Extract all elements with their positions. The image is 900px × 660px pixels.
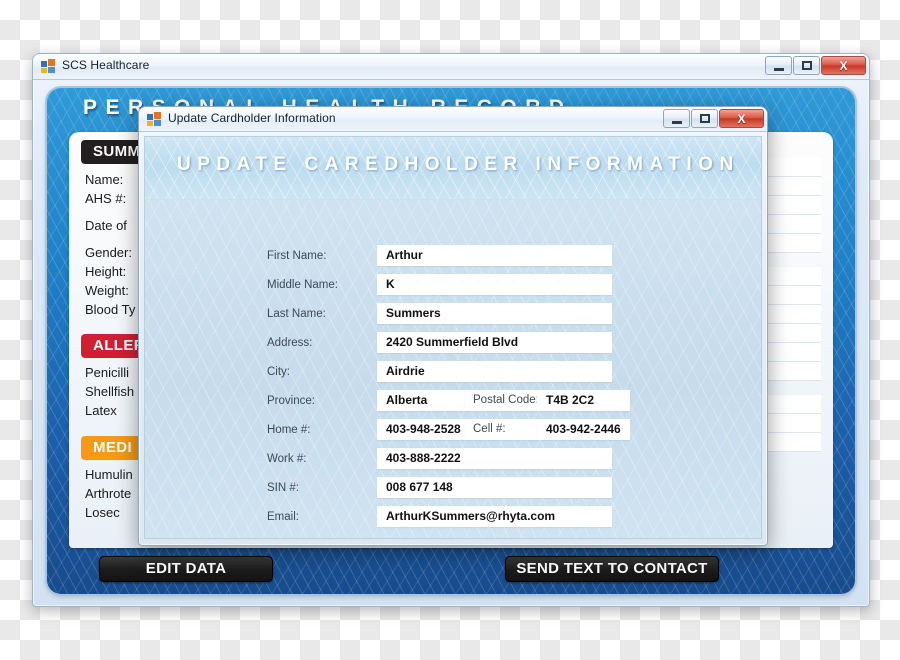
- middle-name-label: Middle Name:: [267, 278, 338, 291]
- email-label: Email:: [267, 510, 299, 523]
- dialog-minimize-button[interactable]: [663, 109, 690, 128]
- cell-phone-input[interactable]: 403-942-2446: [537, 419, 630, 440]
- middle-name-input[interactable]: K: [377, 274, 612, 295]
- send-text-to-contact-button[interactable]: SEND TEXT TO CONTACT: [505, 556, 719, 582]
- dialog-banner-title: UPDATE CAREDHOLDER INFORMATION: [177, 154, 740, 175]
- address-row: Address: 2420 Summerfield Blvd: [267, 332, 612, 353]
- email-input[interactable]: ArthurKSummers@rhyta.com: [377, 506, 612, 527]
- work-phone-row: Work #: 403-888-2222: [267, 448, 612, 469]
- home-phone-input[interactable]: 403-948-2528: [377, 419, 465, 440]
- province-label: Province:: [267, 394, 315, 407]
- edit-data-button[interactable]: EDIT DATA: [99, 556, 273, 582]
- last-name-input[interactable]: Summers: [377, 303, 612, 324]
- first-name-label: First Name:: [267, 249, 327, 262]
- city-row: City: Airdrie: [267, 361, 612, 382]
- work-phone-label: Work #:: [267, 452, 307, 465]
- first-name-row: First Name: Arthur: [267, 245, 612, 266]
- close-icon: X: [839, 59, 848, 73]
- address-input[interactable]: 2420 Summerfield Blvd: [377, 332, 612, 353]
- close-button[interactable]: X: [821, 56, 866, 75]
- cell-phone-label: Cell #:: [465, 419, 537, 440]
- last-name-row: Last Name: Summers: [267, 303, 612, 324]
- city-input[interactable]: Airdrie: [377, 361, 612, 382]
- last-name-label: Last Name:: [267, 307, 326, 320]
- cardholder-form: First Name: Arthur Middle Name: K Last N…: [145, 200, 761, 538]
- dialog-maximize-button[interactable]: [691, 109, 718, 128]
- work-phone-input[interactable]: 403-888-2222: [377, 448, 612, 469]
- first-name-input[interactable]: Arthur: [377, 245, 612, 266]
- postal-code-input[interactable]: T4B 2C2: [537, 390, 630, 411]
- app-icon: [41, 59, 56, 73]
- dialog-title: Update Cardholder Information: [168, 111, 336, 125]
- email-row: Email: ArthurKSummers@rhyta.com: [267, 506, 612, 527]
- middle-name-row: Middle Name: K: [267, 274, 612, 295]
- maximize-button[interactable]: [793, 56, 820, 75]
- dialog-body: UPDATE CAREDHOLDER INFORMATION First Nam…: [144, 136, 762, 539]
- dialog-controls: X: [663, 109, 764, 128]
- dialog-titlebar[interactable]: Update Cardholder Information X: [139, 107, 767, 132]
- province-row: Province: Alberta Postal Code: T4B 2C2: [267, 390, 630, 411]
- province-input[interactable]: Alberta: [377, 390, 465, 411]
- main-window-controls: X: [765, 56, 866, 75]
- minimize-button[interactable]: [765, 56, 792, 75]
- home-phone-label: Home #:: [267, 423, 311, 436]
- main-window-title: SCS Healthcare: [62, 58, 150, 72]
- sin-input[interactable]: 008 677 148: [377, 477, 612, 498]
- postal-code-label: Postal Code:: [465, 390, 537, 411]
- update-cardholder-dialog: Update Cardholder Information X UPDATE C…: [138, 106, 768, 546]
- home-phone-row: Home #: 403-948-2528 Cell #: 403-942-244…: [267, 419, 630, 440]
- dialog-close-button[interactable]: X: [719, 109, 764, 128]
- address-label: Address:: [267, 336, 313, 349]
- city-label: City:: [267, 365, 290, 378]
- sin-label: SIN #:: [267, 481, 299, 494]
- dialog-banner: UPDATE CAREDHOLDER INFORMATION: [145, 137, 761, 200]
- app-icon: [147, 112, 162, 126]
- medications-section-heading: MEDI: [81, 436, 145, 460]
- sin-row: SIN #: 008 677 148: [267, 477, 612, 498]
- close-icon: X: [737, 112, 746, 126]
- main-window-titlebar[interactable]: SCS Healthcare X: [33, 54, 869, 80]
